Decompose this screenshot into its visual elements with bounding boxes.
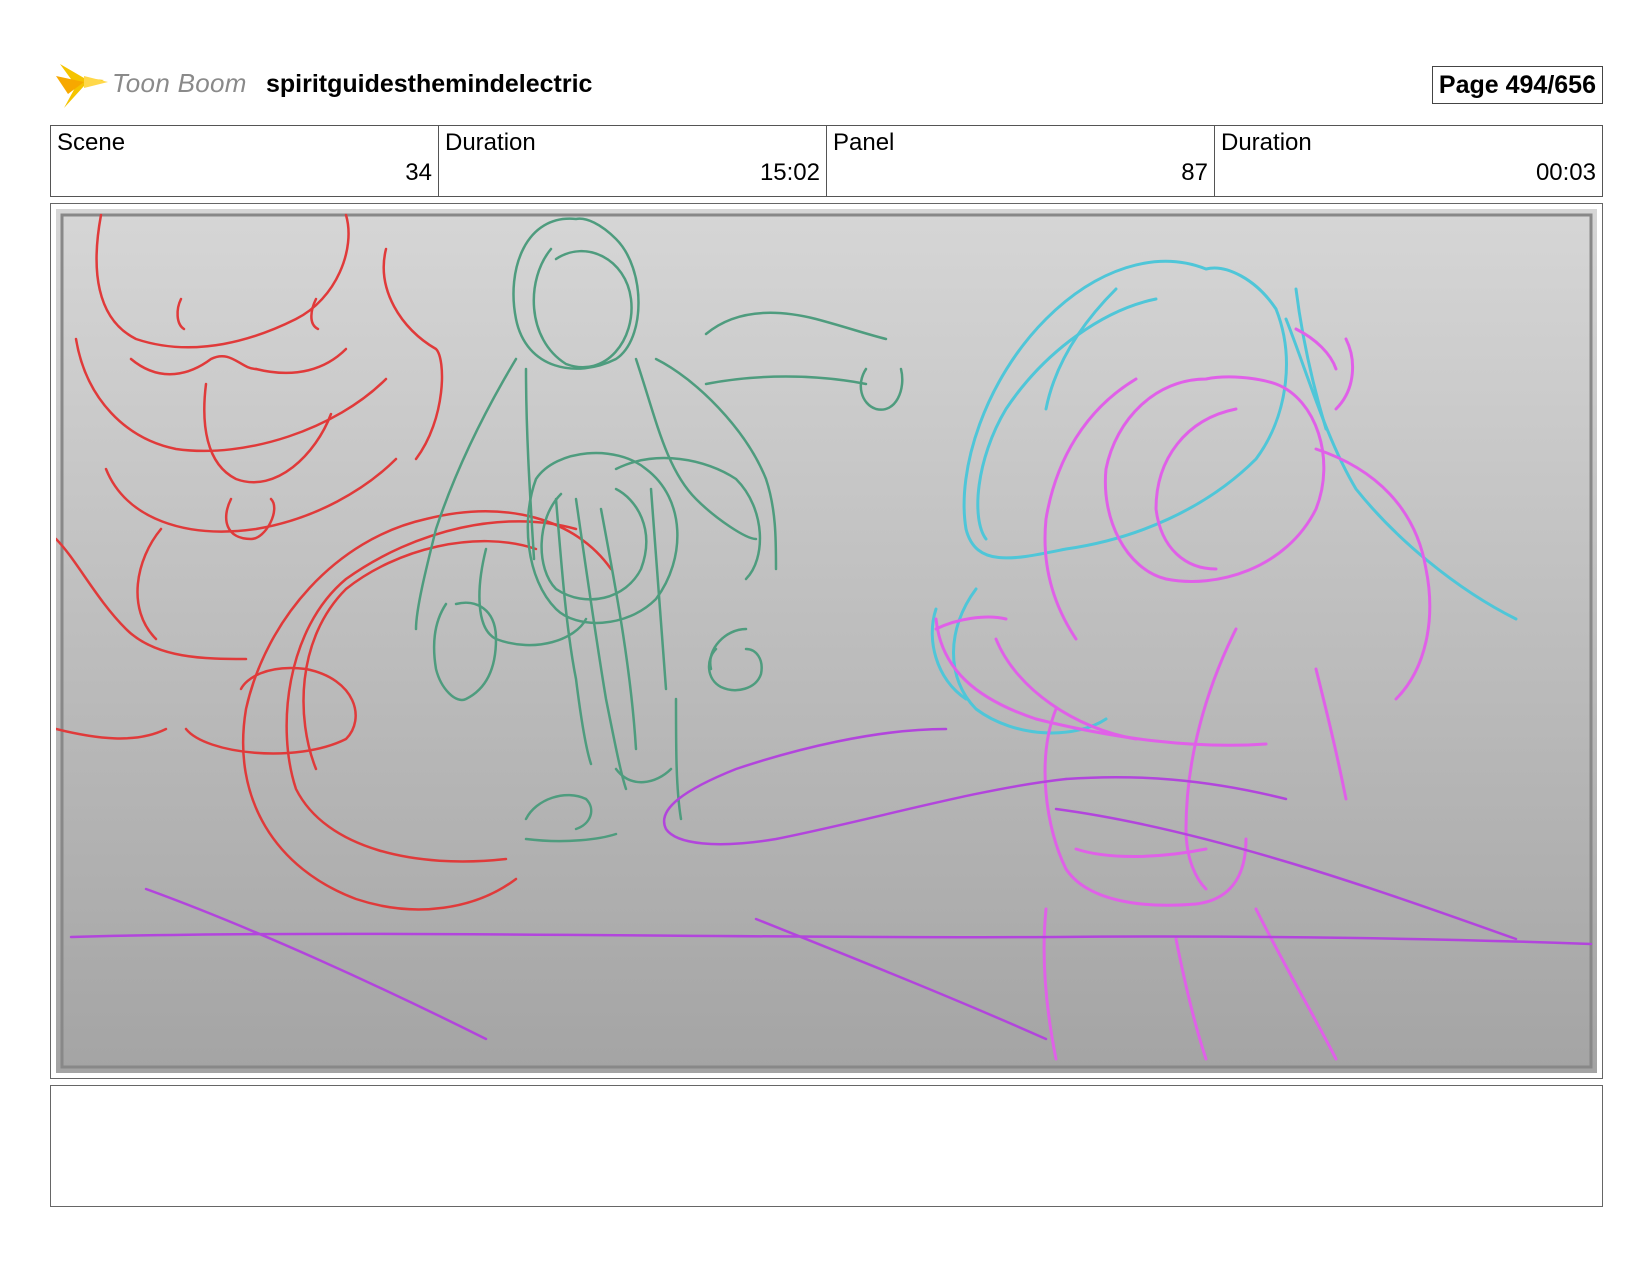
scene-duration-label: Duration: [445, 129, 536, 156]
panel-duration-cell: Duration 00:03: [1215, 126, 1602, 196]
scene-duration-value: 15:02: [759, 159, 820, 186]
scene-cell: Scene 34: [51, 126, 439, 196]
scene-value: 34: [405, 159, 432, 186]
panel-background: [56, 209, 1597, 1073]
scene-duration-cell: Duration 15:02: [439, 126, 827, 196]
sketch-drawing: [56, 209, 1597, 1073]
panel-info-table: Scene 34 Duration 15:02 Panel 87 Duratio…: [50, 125, 1603, 197]
star-burst-icon: [56, 64, 108, 108]
panel-duration-label: Duration: [1221, 129, 1312, 156]
panel-caption-box: [50, 1085, 1603, 1207]
panel-value: 87: [1181, 159, 1208, 186]
logo-text: Toon Boom: [112, 68, 247, 98]
panel-cell: Panel 87: [827, 126, 1215, 196]
panel-label: Panel: [833, 129, 895, 156]
toon-boom-logo: Toon Boom: [54, 56, 254, 112]
scene-label: Scene: [57, 129, 126, 156]
project-title: spiritguidesthemindelectric: [266, 70, 593, 98]
page-header: Toon Boom spiritguidesthemindelectric Pa…: [50, 56, 1603, 112]
panel-duration-value: 00:03: [1535, 159, 1596, 186]
panel-image: [56, 209, 1597, 1073]
page-number: Page 494/656: [1431, 66, 1603, 104]
storyboard-panel: [50, 203, 1603, 1079]
